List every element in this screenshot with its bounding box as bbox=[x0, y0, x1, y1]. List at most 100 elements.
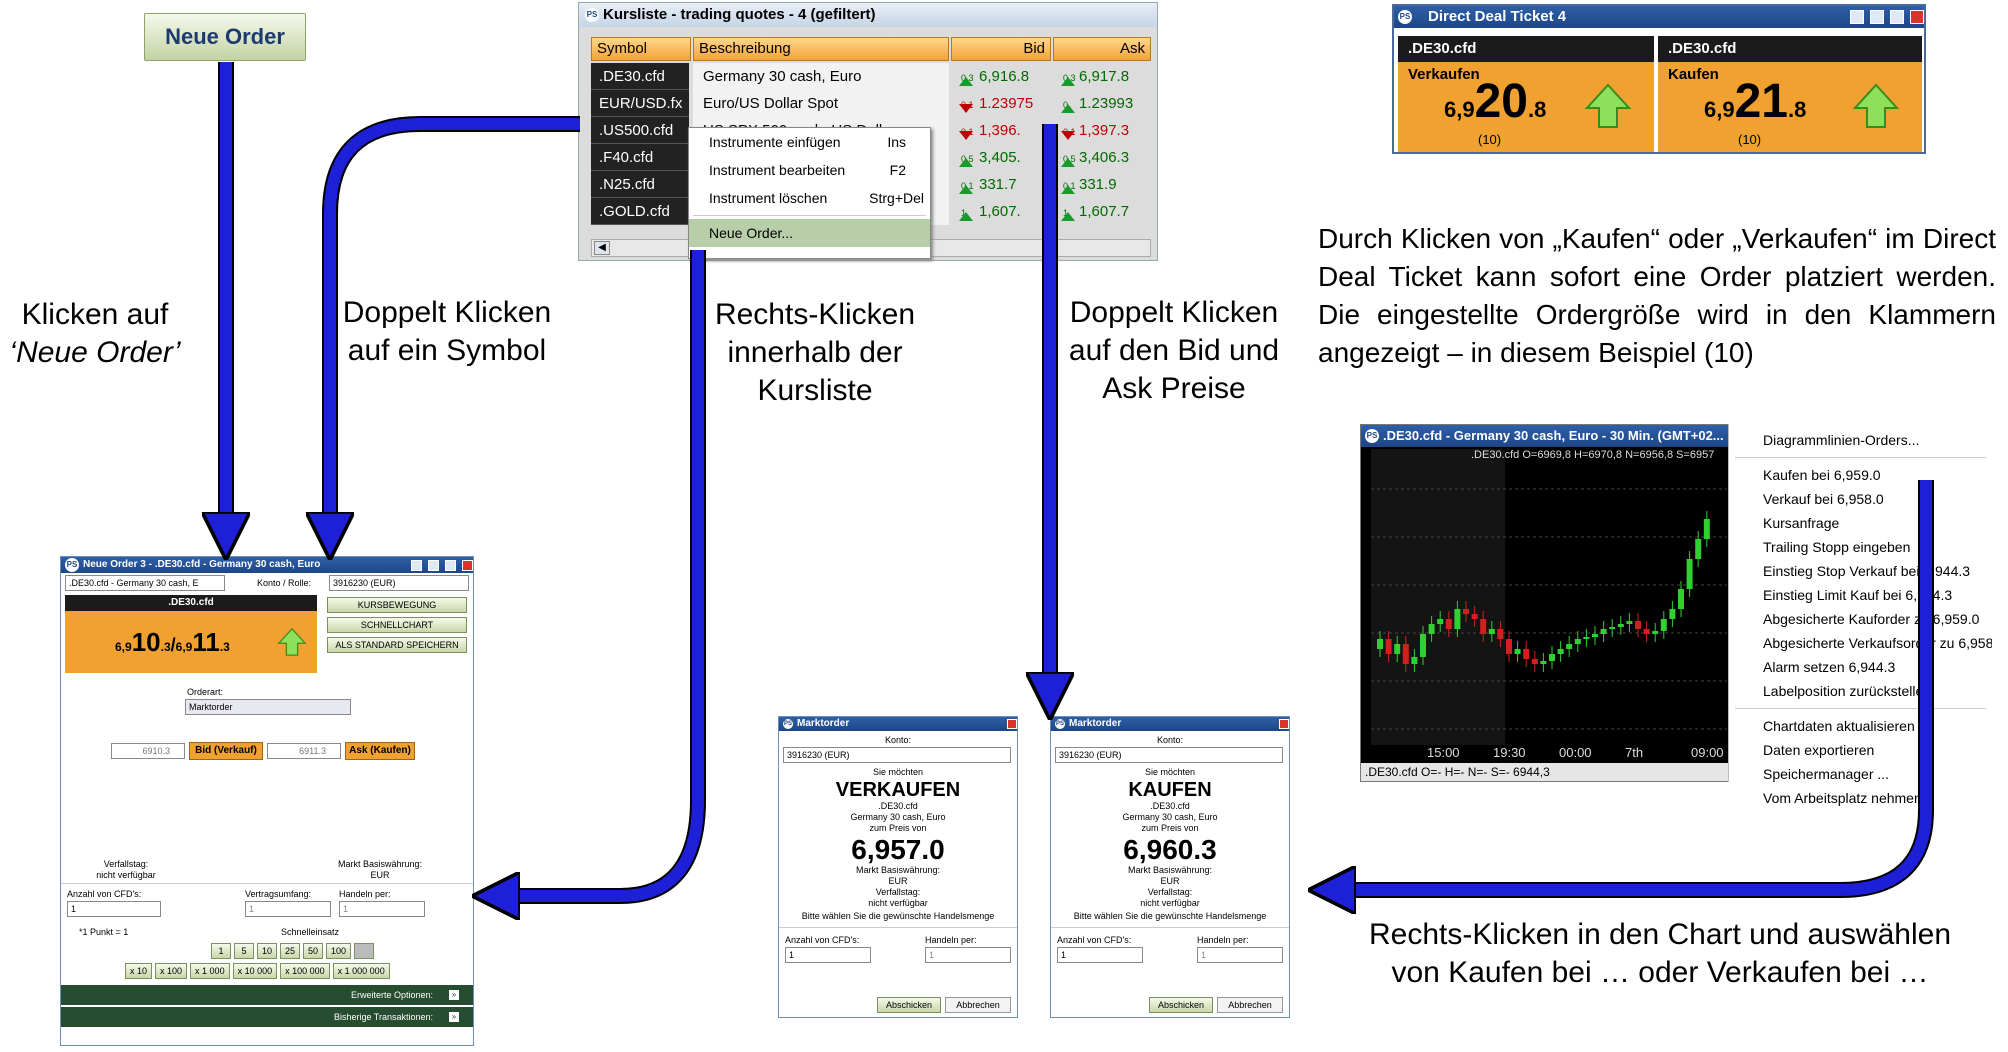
bid-cell[interactable]: 0.1 331.7 bbox=[951, 171, 1051, 198]
anzahl-input[interactable]: 1 bbox=[785, 947, 871, 963]
col-header-ask[interactable]: Ask bbox=[1053, 37, 1151, 61]
bid-cell[interactable]: 0.1 1,396. bbox=[951, 117, 1051, 144]
quick-amount-button[interactable]: 25 bbox=[280, 943, 301, 959]
bid-price-input[interactable]: 6910.3 bbox=[111, 743, 185, 759]
close-icon[interactable] bbox=[1910, 10, 1924, 24]
instrument-select[interactable]: .DE30.cfd - Germany 30 cash, E bbox=[65, 575, 225, 591]
abschicken-button[interactable]: Abschicken bbox=[1149, 997, 1213, 1013]
quick-amount-button[interactable]: 1 bbox=[211, 943, 231, 959]
table-row[interactable]: EUR/USD.fx Euro/US Dollar Spot 0.1 1.23975 0… bbox=[591, 90, 1151, 117]
minimize-icon[interactable] bbox=[428, 559, 439, 571]
close-icon[interactable] bbox=[1007, 719, 1017, 729]
anzahl-input[interactable]: 1 bbox=[67, 901, 161, 917]
col-header-bid[interactable]: Bid bbox=[951, 37, 1051, 61]
orderart-select[interactable]: Marktorder bbox=[185, 699, 351, 715]
menu-item-neue-order[interactable]: Neue Order... bbox=[689, 219, 930, 247]
erweitert-bar[interactable]: Erweiterte Optionen: » bbox=[61, 985, 473, 1005]
chart-menu-item[interactable]: Abgesicherte Kauforder zu 6,959.0 bbox=[1729, 607, 1992, 631]
anzahl-input[interactable]: 1 bbox=[1057, 947, 1143, 963]
ask-price-input[interactable]: 6911.3 bbox=[267, 743, 341, 759]
quick-multiplier-button[interactable]: x 1 000 bbox=[190, 963, 230, 979]
chart-menu-item[interactable]: Diagrammlinien-Orders... bbox=[1729, 428, 1992, 452]
quick-amount-button[interactable]: 5 bbox=[234, 943, 254, 959]
chart-menu-item[interactable]: Daten exportieren bbox=[1729, 738, 1992, 762]
chart-menu-item[interactable]: Labelposition zurückstellen bbox=[1729, 679, 1992, 703]
quick-amount-button[interactable]: 10 bbox=[257, 943, 278, 959]
bid-cell[interactable]: 0.3 6,916.8 bbox=[951, 63, 1051, 90]
schnellchart-button[interactable]: SCHNELLCHART bbox=[327, 617, 467, 633]
ask-kaufen-button[interactable]: Ask (Kaufen) bbox=[345, 742, 415, 760]
chart-menu-item[interactable]: Kursanfrage bbox=[1729, 511, 1992, 535]
maximize-icon[interactable] bbox=[1890, 10, 1904, 24]
als-standard-button[interactable]: ALS STANDARD SPEICHERN bbox=[327, 637, 467, 653]
quick-multiplier-button[interactable]: x 1 000 000 bbox=[332, 963, 390, 979]
minimize-icon[interactable] bbox=[1870, 10, 1884, 24]
close-icon[interactable] bbox=[1279, 719, 1289, 729]
abbrechen-button[interactable]: Abbrechen bbox=[945, 997, 1011, 1013]
chart-menu-item[interactable]: Alarm setzen 6,944.3 bbox=[1729, 655, 1992, 679]
handeln-input[interactable]: 1 bbox=[339, 901, 425, 917]
quick-amount-button[interactable] bbox=[354, 943, 375, 959]
menu-item-bearbeiten[interactable]: Instrument bearbeiten F2 bbox=[689, 156, 930, 184]
handeln-input[interactable]: 1 bbox=[1197, 947, 1283, 963]
close-icon[interactable] bbox=[462, 559, 473, 571]
symbol-cell[interactable]: .GOLD.cfd bbox=[591, 198, 689, 225]
col-header-desc[interactable]: Beschreibung bbox=[693, 37, 949, 61]
bid-cell[interactable]: 0.1 1.23975 bbox=[951, 90, 1051, 117]
expand-icon[interactable]: » bbox=[449, 990, 459, 1000]
ask-cell[interactable]: 1 1,607.7 bbox=[1053, 198, 1151, 225]
ask-cell[interactable]: 0 1.23993 bbox=[1053, 90, 1151, 117]
table-row[interactable]: .DE30.cfd Germany 30 cash, Euro 0.3 6,916.8… bbox=[591, 63, 1151, 90]
menu-item-loeschen[interactable]: Instrument löschen Strg+Del bbox=[689, 184, 930, 212]
ddt-sell-button[interactable]: Verkaufen 6,920.8 (10) bbox=[1398, 62, 1654, 152]
chart-menu-item[interactable]: Einstieg Stop Verkauf bei 6,944.3 bbox=[1729, 559, 1992, 583]
restore-icon[interactable] bbox=[1850, 10, 1864, 24]
menu-item-einfuegen[interactable]: Instrumente einfügen Ins bbox=[689, 128, 930, 156]
chart-plot-area[interactable] bbox=[1371, 449, 1727, 761]
chart-menu-item[interactable]: Speichermanager ... bbox=[1729, 762, 1992, 786]
kursbewegung-button[interactable]: KURSBEWEGUNG bbox=[327, 597, 467, 613]
chart-menu-item[interactable]: Chartdaten aktualisieren bbox=[1729, 714, 1992, 738]
symbol-cell[interactable]: .DE30.cfd bbox=[591, 63, 689, 90]
vertrag-input[interactable]: 1 bbox=[245, 901, 331, 917]
chart-menu-item[interactable]: Verkauf bei 6,958.0 bbox=[1729, 487, 1992, 511]
col-header-symbol[interactable]: Symbol bbox=[591, 37, 691, 61]
konto-select[interactable]: 3916230 (EUR) bbox=[1055, 747, 1283, 763]
quick-multiplier-button[interactable]: x 10 bbox=[125, 963, 153, 979]
konto-select[interactable]: 3916230 (EUR) bbox=[783, 747, 1011, 763]
chart-menu-item[interactable]: Trailing Stopp eingeben bbox=[1729, 535, 1992, 559]
ask-cell[interactable]: 0.1 331.9 bbox=[1053, 171, 1151, 198]
symbol-cell[interactable]: .US500.cfd bbox=[591, 117, 689, 144]
ddt-buy-panel[interactable]: .DE30.cfd Kaufen 6,921.8 (10) bbox=[1658, 36, 1922, 154]
chart-menu-item[interactable]: Abgesicherte Verkaufsorder zu 6,958.0 bbox=[1729, 631, 1992, 655]
bid-verkauf-button[interactable]: Bid (Verkauf) bbox=[189, 742, 263, 760]
symbol-cell[interactable]: .F40.cfd bbox=[591, 144, 689, 171]
ask-cell[interactable]: 0.5 3,406.3 bbox=[1053, 144, 1151, 171]
quick-amount-button[interactable]: 100 bbox=[326, 943, 352, 959]
maximize-icon[interactable] bbox=[445, 559, 456, 571]
ddt-sell-panel[interactable]: .DE30.cfd Verkaufen 6,920.8 (10) bbox=[1398, 36, 1654, 154]
quick-amount-button[interactable]: 50 bbox=[303, 943, 324, 959]
chart-menu-item[interactable]: Einstieg Limit Kauf bei 6,944.3 bbox=[1729, 583, 1992, 607]
bid-cell[interactable]: 1 1,607. bbox=[951, 198, 1051, 225]
bisherige-bar[interactable]: Bisherige Transaktionen: » bbox=[61, 1007, 473, 1027]
chart-menu-item[interactable]: Kaufen bei 6,959.0 bbox=[1729, 463, 1992, 487]
quick-multiplier-button[interactable]: x 100 000 bbox=[280, 963, 330, 979]
symbol-cell[interactable]: EUR/USD.fx bbox=[591, 90, 689, 117]
quick-multiplier-button[interactable]: x 100 bbox=[155, 963, 188, 979]
abschicken-button[interactable]: Abschicken bbox=[877, 997, 941, 1013]
quick-multiplier-button[interactable]: x 10 000 bbox=[232, 963, 278, 979]
symbol-cell[interactable]: .N25.cfd bbox=[591, 171, 689, 198]
neue-order-button[interactable]: Neue Order bbox=[144, 13, 306, 61]
bid-cell[interactable]: 0.5 3,405. bbox=[951, 144, 1051, 171]
konto-select[interactable]: 3916230 (EUR) bbox=[329, 575, 469, 591]
restore-icon[interactable] bbox=[411, 559, 422, 571]
handeln-input[interactable]: 1 bbox=[925, 947, 1011, 963]
ask-cell[interactable]: 0.1 1,397.3 bbox=[1053, 117, 1151, 144]
expand-icon[interactable]: » bbox=[449, 1012, 459, 1022]
ask-cell[interactable]: 0.3 6,917.8 bbox=[1053, 63, 1151, 90]
abbrechen-button[interactable]: Abbrechen bbox=[1217, 997, 1283, 1013]
scroll-left-icon[interactable]: ◀ bbox=[594, 241, 610, 255]
chart-menu-item[interactable]: Vom Arbeitsplatz nehmen bbox=[1729, 786, 1992, 810]
ddt-buy-button[interactable]: Kaufen 6,921.8 (10) bbox=[1658, 62, 1922, 152]
